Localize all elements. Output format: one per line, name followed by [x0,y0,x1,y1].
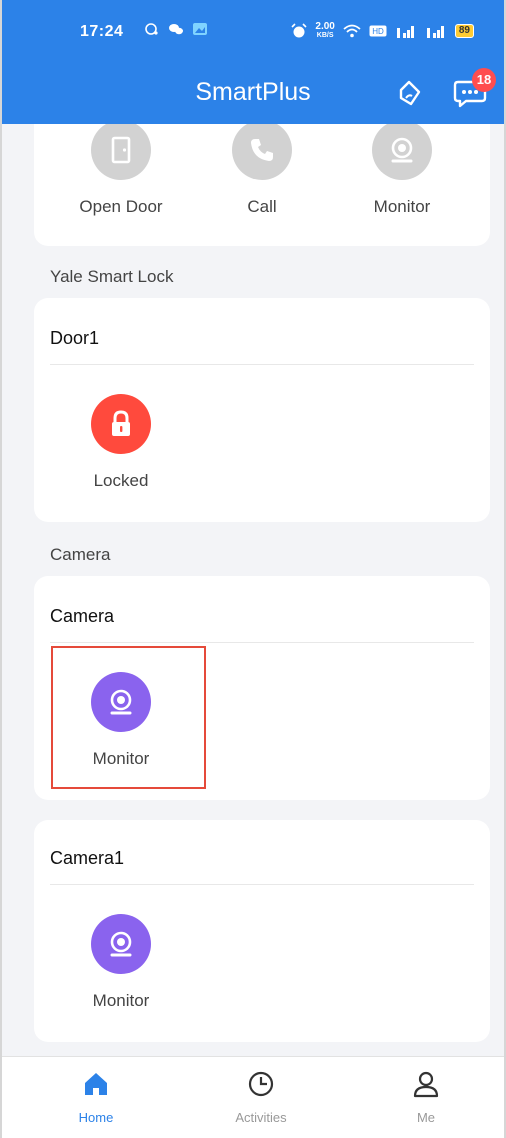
hd-icon: HD [369,25,387,37]
camera1-card: Camera1 Monitor [34,820,490,1042]
status-notification-icons [144,22,208,36]
lock-toggle-button[interactable]: Locked [61,394,181,491]
section-label-smart-lock: Yale Smart Lock [50,267,174,286]
gallery-app-icon [193,23,207,35]
signal-4g-icon [396,26,414,38]
network-speed: 2.00 KB/S [315,22,334,40]
battery-indicator: 89 [454,24,474,38]
page-title: SmartPlus [195,78,311,106]
phone-icon [232,124,292,180]
notification-icon [145,23,158,35]
camera-icon [372,124,432,180]
app-header: 17:24 2.00 KB/S HD 89 SmartPlus 18 [2,0,504,124]
message-count-badge: 18 [472,68,496,92]
lock-icon [91,394,151,454]
messages-button[interactable]: 18 [452,68,496,110]
app-screen: 17:24 2.00 KB/S HD 89 SmartPlus 18 Open … [0,0,506,1138]
bottom-navigation: Home Activities Me [2,1056,504,1138]
selection-highlight [51,646,206,789]
home-icon [85,1073,107,1095]
camera-card-title: Camera [50,606,115,626]
lock-card-divider [50,364,474,365]
chat-app-icon [169,24,183,35]
nav-home[interactable]: Home [36,1069,156,1125]
lock-card: Door1 Locked [34,298,490,522]
svg-text:HD: HD [372,27,384,36]
door-icon [91,124,151,180]
open-door-label: Open Door [79,197,163,216]
nav-me[interactable]: Me [366,1069,486,1125]
open-door-button[interactable]: Open Door [61,124,181,217]
camera1-card-divider [50,884,474,885]
network-speed-unit: KB/S [316,32,334,39]
signal-5g-icon [426,26,444,38]
network-speed-value: 2.00 [315,21,335,32]
status-system-icons: 2.00 KB/S HD 89 [291,22,474,40]
home-content[interactable]: Open Door Call Monitor Yale Smart Lock D… [2,124,504,1056]
status-time: 17:24 [80,23,124,40]
camera-card-divider [50,642,474,643]
nav-home-label: Home [78,1110,114,1125]
intercom-card: Open Door Call Monitor [34,124,490,246]
monitor-label: Monitor [373,197,431,216]
camera-icon [91,914,151,974]
call-button[interactable]: Call [202,124,322,217]
lock-status-label: Locked [93,471,149,490]
monitor-button[interactable]: Monitor [342,124,462,217]
status-bar: 17:24 2.00 KB/S HD 89 [2,0,504,44]
lock-card-title: Door1 [50,328,100,348]
camera1-monitor-label: Monitor [92,991,150,1010]
nav-activities[interactable]: Activities [201,1069,321,1125]
nav-activities-label: Activities [235,1110,287,1125]
camera1-monitor-button[interactable]: Monitor [61,914,181,1011]
call-label: Call [247,197,277,216]
person-icon [413,1071,439,1098]
home-settings-icon[interactable] [392,76,426,110]
clock-icon [248,1071,274,1097]
nav-me-label: Me [416,1110,436,1125]
wifi-icon [343,24,361,38]
section-label-camera: Camera [50,545,111,564]
camera1-card-title: Camera1 [50,848,125,868]
alarm-icon [291,23,307,38]
